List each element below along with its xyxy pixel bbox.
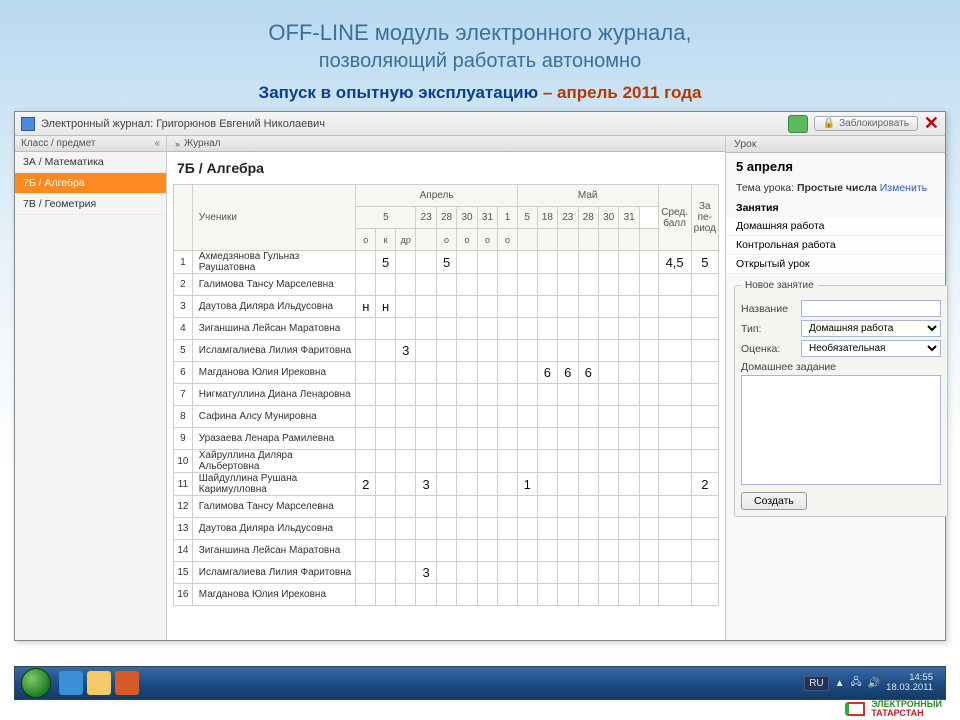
powerpoint-icon[interactable] xyxy=(115,671,139,695)
lock-icon: 🔒 xyxy=(823,118,835,129)
change-topic-link[interactable]: Изменить xyxy=(880,182,927,194)
sidebar-header: Класс / предмет « xyxy=(15,136,166,152)
table-row[interactable]: 6Магданова Юлия Ирековна666 xyxy=(174,362,719,384)
ie-icon[interactable] xyxy=(59,671,83,695)
table-row[interactable]: 5Исламгалиева Лилия Фаритовна3 xyxy=(174,340,719,362)
table-row[interactable]: 15Исламгалиева Лилия Фаритовна3 xyxy=(174,562,719,584)
brand-logo: ЭЛЕКТРОННЫЙ ТАТАРСТАН xyxy=(845,700,942,718)
table-row[interactable]: 1Ахмедзянова Гульназ Раушатовна554,55 xyxy=(174,251,719,274)
hw-label: Домашнее задание xyxy=(741,361,941,373)
table-row[interactable]: 11Шайдуллина Рушана Каримулловна2312 xyxy=(174,473,719,496)
lesson-panel-header: Урок xyxy=(726,136,945,153)
new-task-fieldset: Новое занятие Название Тип: Домашняя раб… xyxy=(734,280,948,517)
lesson-topic: Тема урока: Простые числа Изменить xyxy=(726,180,945,196)
task-item[interactable]: Контрольная работа xyxy=(726,236,945,255)
close-icon[interactable]: ✕ xyxy=(924,113,939,134)
task-type-select[interactable]: Домашняя работа xyxy=(801,320,941,337)
tray-network-icon[interactable]: 🖧 xyxy=(851,675,862,692)
table-row[interactable]: 14Зиганшина Лейсан Маратовна xyxy=(174,540,719,562)
table-row[interactable]: 3Даутова Диляра Ильдусовнанн xyxy=(174,296,719,318)
tray-flag-icon[interactable]: ▲ xyxy=(835,678,845,689)
name-label: Название xyxy=(741,303,795,315)
lang-indicator[interactable]: RU xyxy=(804,676,828,691)
task-item[interactable]: Домашняя работа xyxy=(726,217,945,236)
main-panel: » Журнал 7Б / Алгебра УченикиАпрельМайСр… xyxy=(167,136,725,640)
collapse-icon[interactable]: « xyxy=(154,138,160,149)
lesson-date: 5 апреля xyxy=(726,153,945,180)
brand-mark-icon xyxy=(845,702,865,716)
create-button[interactable]: Создать xyxy=(741,492,807,510)
main-tabbar: » Журнал xyxy=(167,136,725,152)
table-row[interactable]: 2Галимова Тансу Марселевна xyxy=(174,274,719,296)
slide-subtitle: позволяющий работать автономно xyxy=(0,50,960,83)
task-grade-select[interactable]: Необязательная xyxy=(801,340,941,357)
table-row[interactable]: 9Уразаева Ленара Рамилевна xyxy=(174,428,719,450)
sidebar-item[interactable]: 7Б / Алгебра xyxy=(15,173,166,194)
task-item[interactable]: Открытый урок xyxy=(726,255,945,274)
start-button[interactable] xyxy=(21,668,51,698)
class-title: 7Б / Алгебра xyxy=(167,152,725,184)
sidebar: Класс / предмет « 3А / Математика7Б / Ал… xyxy=(15,136,167,640)
titlebar: Электронный журнал: Григорюнов Евгений Н… xyxy=(15,112,945,136)
tasks-header: Занятия xyxy=(726,196,945,217)
lock-label: Заблокировать xyxy=(839,118,909,129)
grade-grid[interactable]: УченикиАпрельМайСред. баллЗа пе-риод5232… xyxy=(173,184,719,606)
sync-button[interactable] xyxy=(788,115,808,133)
explorer-icon[interactable] xyxy=(87,671,111,695)
table-row[interactable]: 10Хайруллина Диляра Альбертовна xyxy=(174,450,719,473)
grade-label: Оценка: xyxy=(741,343,795,355)
table-row[interactable]: 13Даутова Диляра Ильдусовна xyxy=(174,518,719,540)
taskbar[interactable]: RU ▲ 🖧 🔊 14:55 18.03.2011 xyxy=(14,666,946,700)
table-row[interactable]: 16Магданова Юлия Ирековна xyxy=(174,584,719,606)
system-tray[interactable]: RU ▲ 🖧 🔊 14:55 18.03.2011 xyxy=(804,673,933,694)
slide-title: OFF-LINE модуль электронного журнала, xyxy=(0,0,960,50)
chevron-right-icon: » xyxy=(175,139,180,149)
table-row[interactable]: 7Нигматуллина Диана Ленаровна xyxy=(174,384,719,406)
clock[interactable]: 14:55 18.03.2011 xyxy=(886,673,933,694)
table-row[interactable]: 4Зиганшина Лейсан Маратовна xyxy=(174,318,719,340)
new-task-legend: Новое занятие xyxy=(741,280,818,291)
tray-sound-icon[interactable]: 🔊 xyxy=(868,678,880,689)
window-title: Электронный журнал: Григорюнов Евгений Н… xyxy=(41,118,325,130)
lock-button[interactable]: 🔒 Заблокировать xyxy=(814,116,918,131)
sidebar-item[interactable]: 7В / Геометрия xyxy=(15,194,166,215)
app-window: Электронный журнал: Григорюнов Евгений Н… xyxy=(14,111,946,641)
hw-textarea[interactable] xyxy=(741,375,941,485)
table-row[interactable]: 12Галимова Тансу Марселевна xyxy=(174,496,719,518)
task-name-input[interactable] xyxy=(801,300,941,317)
lesson-panel: Урок 5 апреля Тема урока: Простые числа … xyxy=(725,136,945,640)
app-icon xyxy=(21,117,35,131)
journal-tab[interactable]: Журнал xyxy=(184,138,221,149)
slide-note: Запуск в опытную эксплуатацию – апрель 2… xyxy=(0,83,960,111)
table-row[interactable]: 8Сафина Алсу Мунировна xyxy=(174,406,719,428)
sidebar-item[interactable]: 3А / Математика xyxy=(15,152,166,173)
type-label: Тип: xyxy=(741,323,795,335)
